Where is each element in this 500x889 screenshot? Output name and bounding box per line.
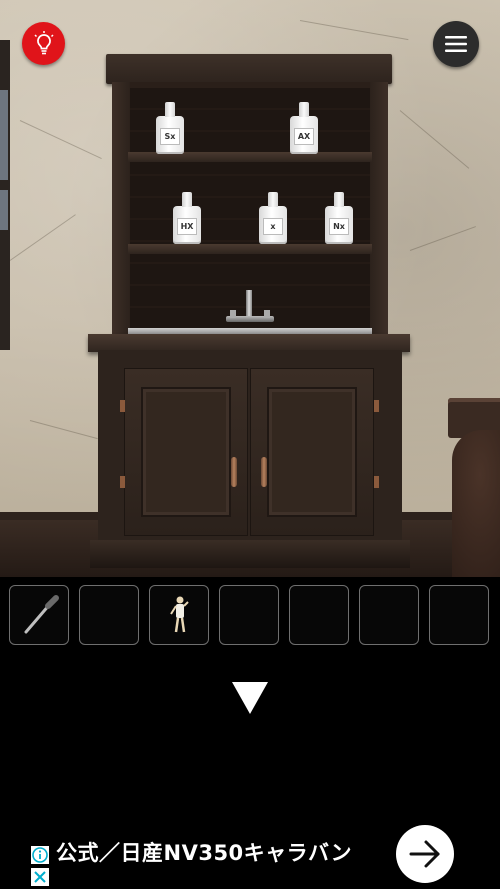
inventory-slot-7[interactable] [429,585,489,645]
hinge [374,476,379,488]
inventory-slot-2[interactable] [79,585,139,645]
bottle-hx[interactable]: HX [173,192,201,244]
nav-back-button[interactable] [230,680,270,716]
wall-crack [19,120,102,159]
hinge [120,476,125,488]
wall-crack [9,214,76,261]
door-panel [267,387,357,517]
window-pane [0,90,8,180]
faucet-knob-left [230,310,236,318]
doll-figure-icon [170,596,189,633]
inventory-slot-4[interactable] [219,585,279,645]
wall-crack [409,226,476,251]
bottle-label: AX [294,128,314,145]
door-handle-right[interactable] [261,457,267,487]
bottle-label: Sx [160,128,180,145]
hamburger-menu-icon [445,36,467,52]
inventory-slot-6[interactable] [359,585,419,645]
bottle-label: Nx [329,218,349,235]
bottle-label: HX [177,218,197,235]
wall-crack [399,110,470,169]
ad-cta-button[interactable] [396,825,454,883]
shelf-middle [128,244,372,254]
ad-close-icon[interactable] [31,868,49,886]
door-panel [141,387,231,517]
wall-crack [29,420,98,440]
inventory-bar [0,577,500,657]
arrow-down-icon [232,682,268,714]
window-pane [0,190,8,230]
hinge [374,400,379,412]
bottle-x[interactable]: x [259,192,287,244]
bottle-sx[interactable]: Sx [156,102,184,154]
door-handle-left[interactable] [231,457,237,487]
bottle-ax[interactable]: AX [290,102,318,154]
hutch-side-right [370,82,388,340]
armchair[interactable] [452,430,500,577]
cabinet-door-left[interactable] [124,368,248,536]
hint-button[interactable] [22,22,65,65]
menu-button[interactable] [433,21,479,67]
ad-text[interactable]: 公式／日産NV350キャラバン [56,837,352,867]
bottle-label: x [263,218,283,235]
inventory-slot-5[interactable] [289,585,349,645]
wall-crack [299,20,409,41]
faucet[interactable] [226,290,274,330]
arrow-right-icon [409,840,440,868]
cabinet-cornice [106,54,392,84]
cabinet-base [90,540,410,568]
hinge [120,400,125,412]
cabinet-door-right[interactable] [250,368,374,536]
ad-banner[interactable]: 公式／日産NV350キャラバン [0,819,500,889]
hutch-side-left [112,82,130,340]
faucet-knob-right [264,310,270,318]
bottle-nx[interactable]: Nx [325,192,353,244]
dropper-icon [24,595,59,634]
lightbulb-icon [33,30,54,54]
inventory-slot-1[interactable] [9,585,69,645]
cabinet-lower [98,350,402,546]
game-scene: Sx AX HX x Nx [0,0,500,577]
inventory-slot-3[interactable] [149,585,209,645]
ad-info-icon[interactable] [31,846,49,864]
window-frame[interactable] [0,40,10,350]
